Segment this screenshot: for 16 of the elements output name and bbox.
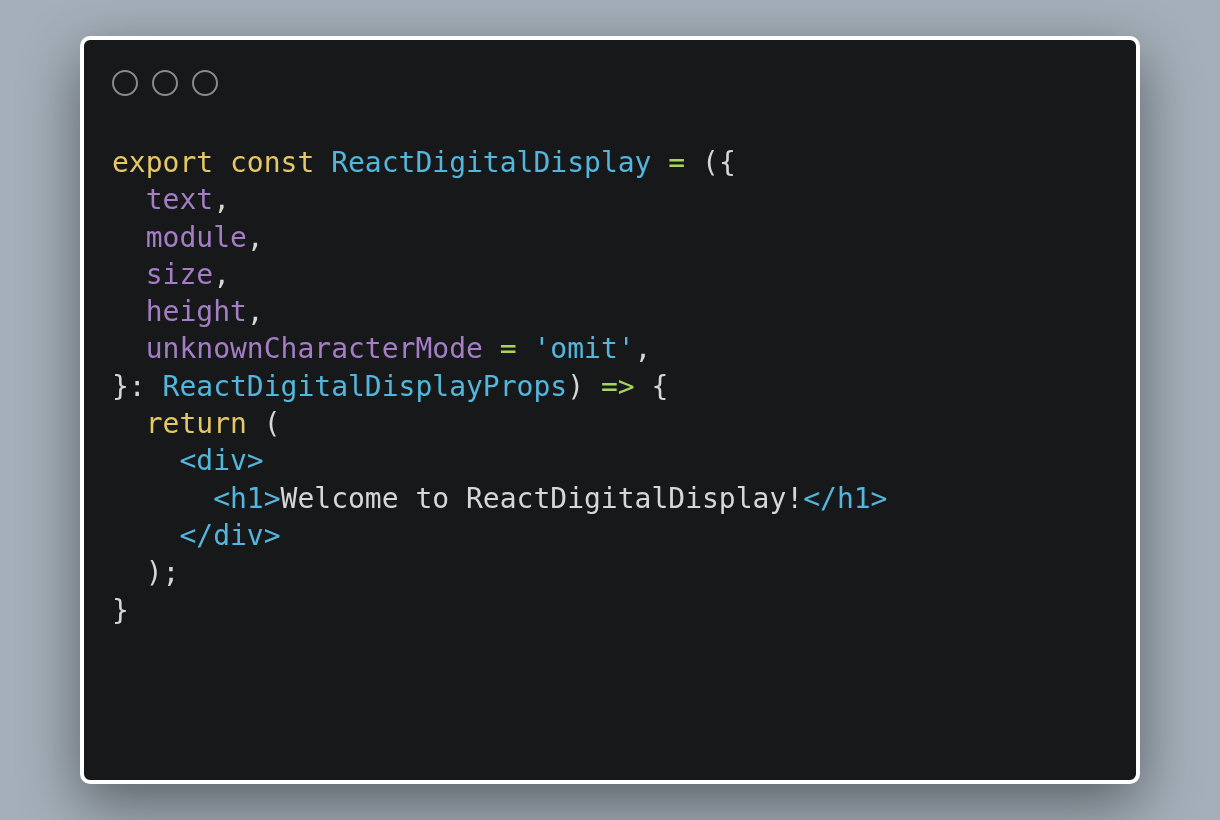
code-line: unknownCharacterMode = 'omit', <box>144 331 652 368</box>
code-line: height, <box>144 294 264 331</box>
code-line: } <box>112 592 129 629</box>
code-line: ); <box>144 555 180 592</box>
code-line: }: ReactDigitalDisplayProps) => { <box>112 368 669 405</box>
code-line: size, <box>144 256 230 293</box>
code-line: <div> <box>178 443 264 480</box>
window-control-icon[interactable] <box>152 70 178 96</box>
window-control-icon[interactable] <box>192 70 218 96</box>
code-line: text, <box>144 182 230 219</box>
window-control-icon[interactable] <box>112 70 138 96</box>
code-line: </div> <box>178 517 281 554</box>
code-line: module, <box>144 219 264 256</box>
code-line: <h1>Welcome to ReactDigitalDisplay!</h1> <box>212 480 888 517</box>
code-line: export const ReactDigitalDisplay = ({ <box>112 145 736 181</box>
code-line: return ( <box>144 406 281 443</box>
